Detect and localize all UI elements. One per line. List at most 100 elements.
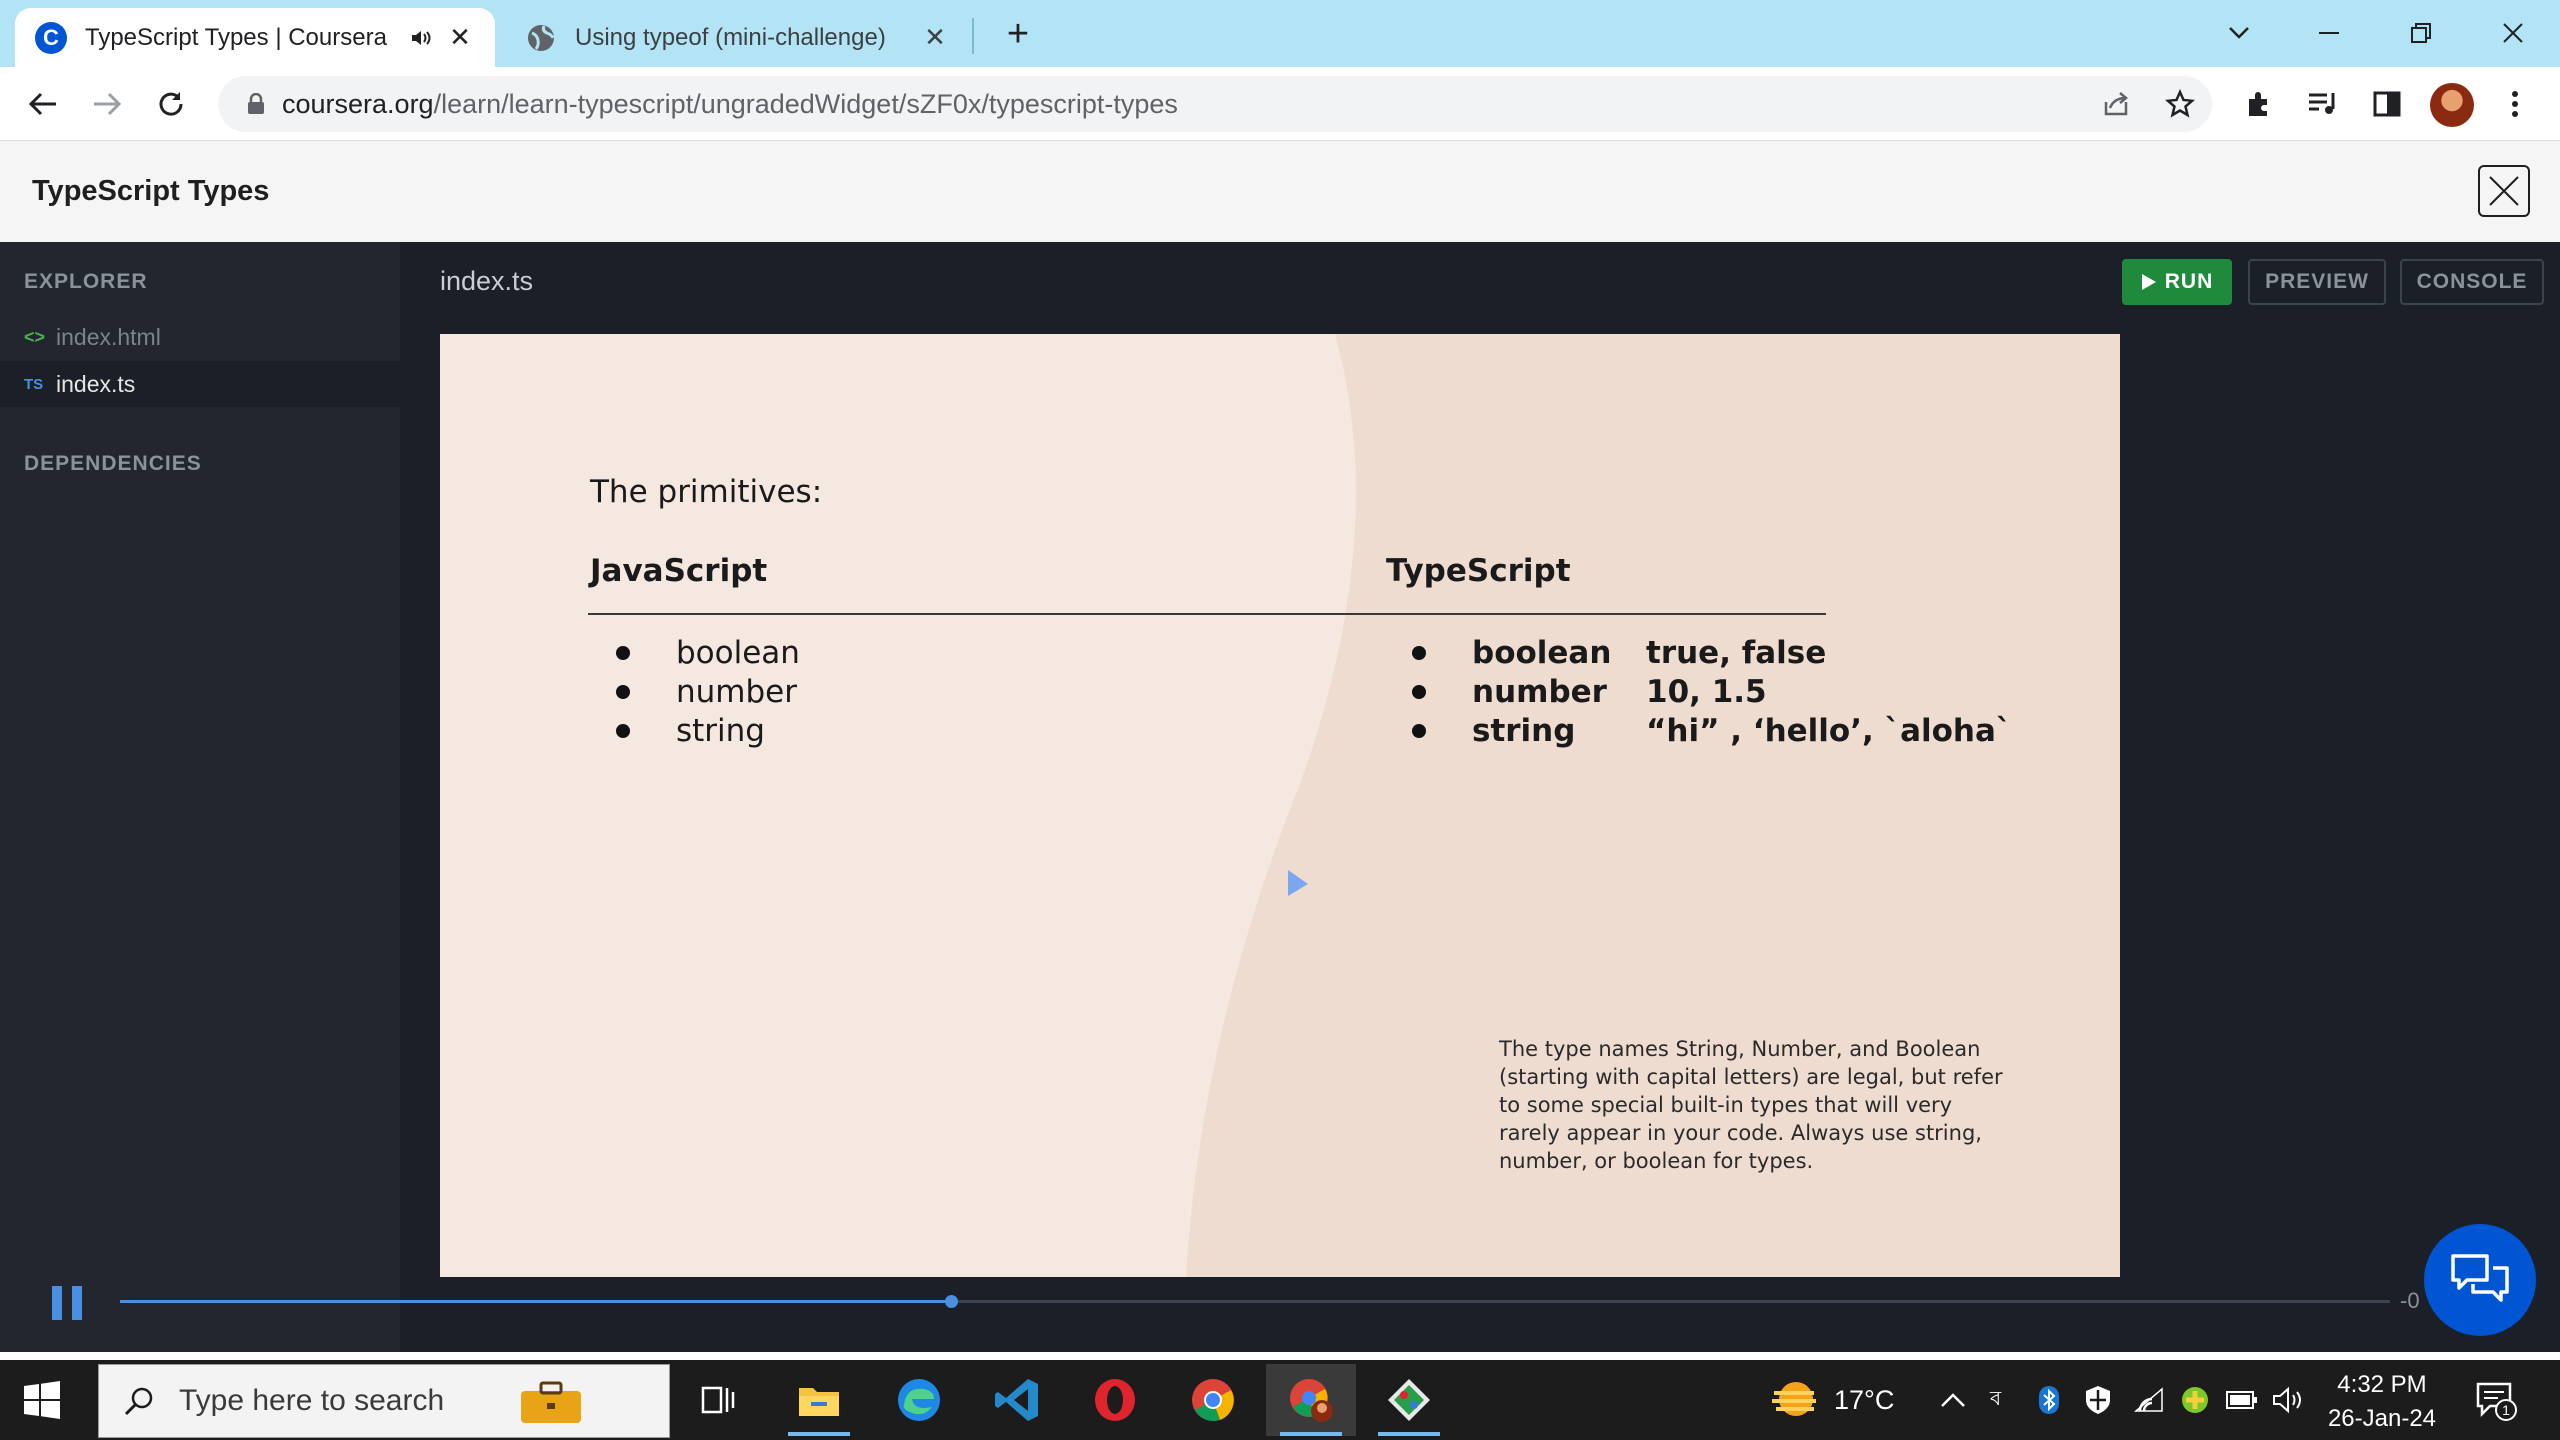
- tab-search-icon[interactable]: [2216, 10, 2262, 56]
- new-tab-button[interactable]: +: [998, 14, 1038, 54]
- bluetooth-icon[interactable]: [2038, 1360, 2060, 1440]
- pause-icon: [52, 1286, 62, 1320]
- playback-progress-bar[interactable]: [120, 1295, 2390, 1308]
- close-button[interactable]: [2478, 165, 2530, 217]
- play-cursor-icon: [1288, 870, 1308, 896]
- clock-time: 4:32 PM: [2337, 1371, 2427, 1398]
- reload-icon[interactable]: [148, 81, 194, 127]
- wifi-icon[interactable]: [2134, 1360, 2166, 1440]
- javascript-primitives-list: boolean number string: [590, 633, 800, 750]
- bookmark-star-icon[interactable]: [2162, 86, 2198, 122]
- opera-icon[interactable]: [1070, 1364, 1160, 1436]
- list-item: string: [590, 711, 800, 750]
- bullet: [1412, 684, 1426, 699]
- edge-browser-icon[interactable]: [874, 1364, 964, 1436]
- tab-typescript-types[interactable]: C TypeScript Types | Coursera ✕: [15, 8, 495, 67]
- forward-icon[interactable]: [84, 81, 130, 127]
- extensions-icon[interactable]: [2240, 85, 2278, 123]
- bullet: [1412, 645, 1426, 660]
- typescript-heading: TypeScript: [1386, 553, 1571, 589]
- chat-icon: [2451, 1254, 2509, 1302]
- vpn-icon[interactable]: [2180, 1360, 2210, 1440]
- bullet: [1412, 723, 1426, 738]
- typescript-file-icon: TS: [24, 375, 44, 393]
- tab-title: Using typeof (mini-challenge): [575, 23, 886, 51]
- share-icon[interactable]: [2098, 86, 2134, 122]
- windows-start-icon[interactable]: [22, 1380, 62, 1420]
- list-item: number: [590, 672, 800, 711]
- notification-count: 1: [2502, 1402, 2510, 1418]
- vscode-icon[interactable]: [972, 1364, 1062, 1436]
- side-panel-icon[interactable]: [2368, 85, 2406, 123]
- chat-button[interactable]: [2424, 1224, 2536, 1336]
- windows-taskbar: Type here to search 17°C ব 4:32 PM 26-Ja…: [0, 1360, 2560, 1440]
- profile-avatar[interactable]: [2430, 83, 2474, 127]
- chrome-profile-icon[interactable]: [1266, 1364, 1356, 1436]
- bullet: [616, 684, 630, 699]
- list-item: number 10, 1.5: [1386, 672, 2011, 711]
- minimize-icon[interactable]: [2306, 10, 2352, 56]
- lock-icon[interactable]: [240, 93, 272, 115]
- html-file-icon: <>: [24, 326, 46, 347]
- play-icon: [2141, 274, 2156, 290]
- editor-tab-index-ts[interactable]: index.ts: [440, 266, 533, 297]
- console-button[interactable]: CONSOLE: [2400, 259, 2544, 305]
- file-item-index-ts[interactable]: TS index.ts: [0, 361, 400, 407]
- address-bar[interactable]: coursera.org/learn/learn-typescript/ungr…: [218, 76, 2212, 132]
- close-tab-icon[interactable]: ✕: [920, 22, 950, 53]
- close-window-icon[interactable]: [2490, 10, 2536, 56]
- preview-button[interactable]: PREVIEW: [2248, 259, 2386, 305]
- weather-icon[interactable]: [1768, 1360, 1822, 1440]
- chevron-up-icon[interactable]: [1940, 1360, 1966, 1440]
- close-tab-icon[interactable]: ✕: [445, 22, 475, 53]
- file-explorer: EXPLORER <> index.html TS index.ts DEPEN…: [0, 242, 400, 1352]
- globe-icon: [525, 22, 557, 54]
- dependencies-heading: DEPENDENCIES: [24, 452, 202, 475]
- tab-separator: [972, 18, 974, 54]
- file-explorer-icon[interactable]: [774, 1364, 864, 1436]
- system-clock[interactable]: 4:32 PM 26-Jan-24: [2322, 1368, 2442, 1436]
- restore-icon[interactable]: [2398, 10, 2444, 56]
- lecture-slide: The primitives: JavaScript TypeScript bo…: [440, 334, 2120, 1277]
- weather-temperature[interactable]: 17°C: [1834, 1360, 1894, 1440]
- clock-date: 26-Jan-24: [2327, 1405, 2437, 1432]
- coursera-icon: C: [35, 21, 67, 54]
- bullet: [616, 645, 630, 660]
- bullet: [616, 723, 630, 738]
- tab-title: TypeScript Types | Coursera: [85, 23, 387, 51]
- tab-using-typeof[interactable]: Using typeof (mini-challenge) ✕: [505, 8, 970, 67]
- divider: [588, 613, 1826, 615]
- file-name: index.html: [56, 323, 161, 350]
- code-widget: EXPLORER <> index.html TS index.ts DEPEN…: [0, 242, 2560, 1352]
- typescript-primitives-list: boolean true, false number 10, 1.5 string “…: [1386, 633, 2011, 750]
- browser-toolbar: coursera.org/learn/learn-typescript/ungr…: [0, 67, 2560, 141]
- time-remaining: -0: [2400, 1288, 2420, 1313]
- input-method-icon[interactable]: ব: [1990, 1360, 2001, 1440]
- back-icon[interactable]: [20, 81, 66, 127]
- run-button[interactable]: RUN: [2122, 259, 2232, 305]
- screen-gap: [0, 1352, 2560, 1360]
- file-item-index-html[interactable]: <> index.html: [0, 314, 400, 360]
- page-title: TypeScript Types: [32, 175, 270, 207]
- git-kraken-icon[interactable]: [1364, 1364, 1454, 1436]
- battery-icon[interactable]: [2226, 1360, 2258, 1440]
- search-icon: [123, 1385, 163, 1417]
- progress-handle[interactable]: [944, 1295, 958, 1308]
- notifications-icon[interactable]: 1: [2474, 1360, 2518, 1440]
- javascript-heading: JavaScript: [590, 553, 768, 589]
- pause-button[interactable]: [52, 1286, 82, 1320]
- list-item: boolean: [590, 633, 800, 672]
- media-control-icon[interactable]: [2304, 85, 2342, 123]
- more-menu-icon[interactable]: [2496, 85, 2534, 123]
- speaker-icon[interactable]: [407, 28, 435, 48]
- chrome-icon[interactable]: [1168, 1364, 1258, 1436]
- security-shield-icon[interactable]: [2084, 1360, 2112, 1440]
- url-text: coursera.org/learn/learn-typescript/ungr…: [282, 88, 1178, 119]
- browser-tab-strip: C TypeScript Types | Coursera ✕ Using ty…: [0, 0, 2560, 67]
- task-view-icon[interactable]: [674, 1364, 764, 1436]
- slide-note: The type names String, Number, and Boole…: [1499, 1037, 2003, 1173]
- volume-icon[interactable]: [2272, 1360, 2306, 1440]
- taskbar-search-input[interactable]: Type here to search: [98, 1364, 670, 1438]
- explorer-heading: EXPLORER: [24, 270, 148, 293]
- slide-heading: The primitives:: [590, 474, 823, 510]
